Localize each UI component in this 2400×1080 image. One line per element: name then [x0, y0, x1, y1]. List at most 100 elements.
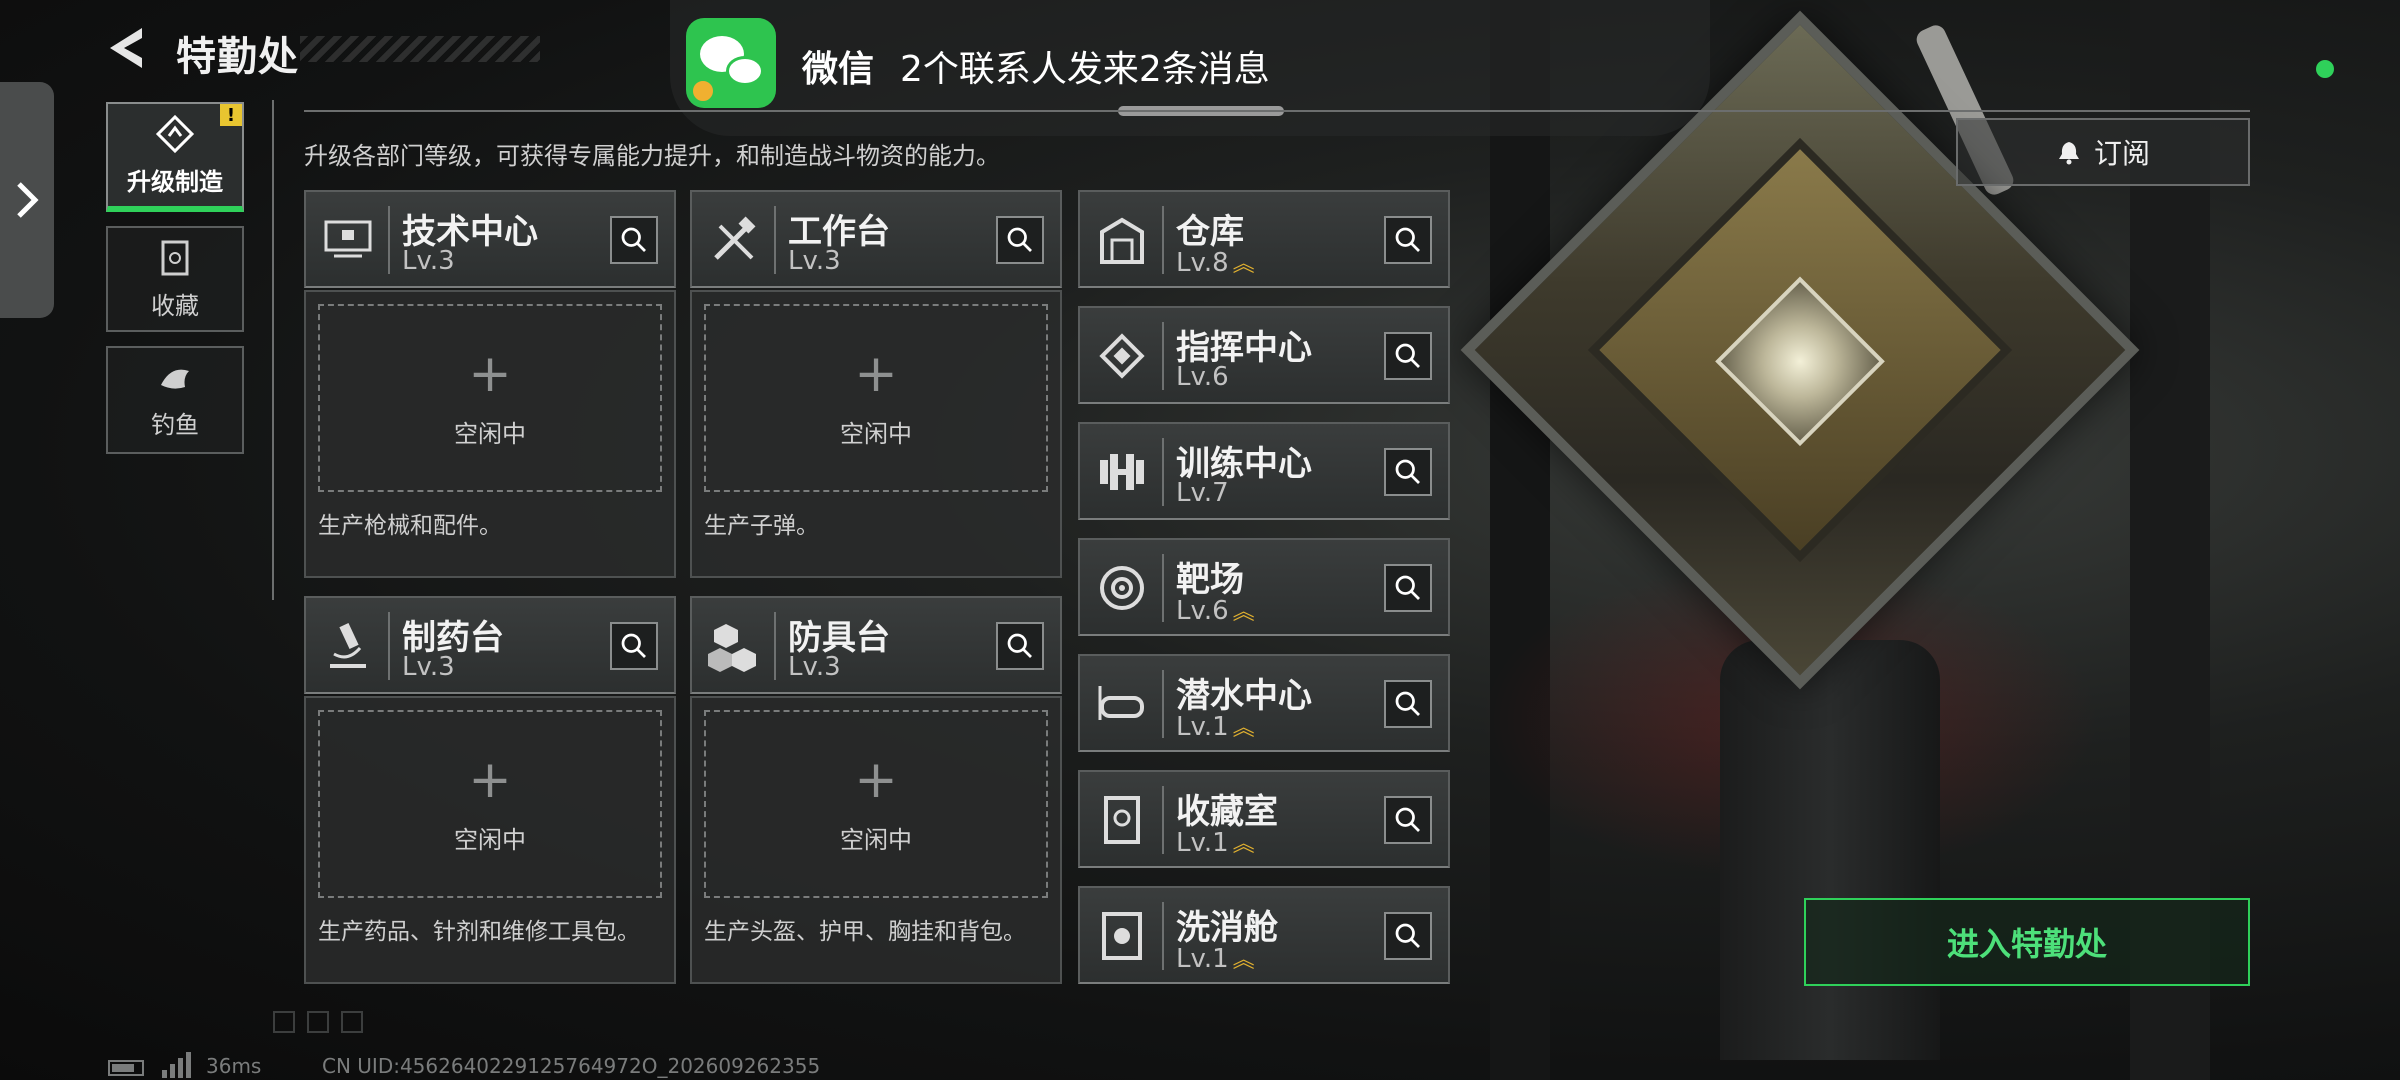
card-level: Lv.1 ︽	[1176, 712, 1255, 742]
search-icon[interactable]	[1384, 912, 1432, 960]
cube-stand	[1720, 640, 1940, 1060]
tab-label: 收藏	[151, 291, 199, 320]
title-stripe	[300, 36, 540, 62]
back-icon[interactable]	[106, 26, 146, 70]
card-collection-room[interactable]: 收藏室 Lv.1 ︽	[1078, 770, 1450, 868]
slot-status: 空闲中	[454, 825, 526, 854]
card-level: Lv.1 ︽	[1176, 828, 1255, 858]
card-level: Lv.3	[402, 246, 455, 276]
search-icon[interactable]	[1384, 680, 1432, 728]
top-divider	[304, 110, 2250, 112]
card-tech-center[interactable]: 技术中心 Lv.3	[304, 190, 676, 288]
add-icon: +	[854, 343, 898, 404]
search-icon[interactable]	[1384, 564, 1432, 612]
uid-display: CN UID:4562640229125764972O_202609262355	[322, 1054, 821, 1078]
tools-icon	[714, 216, 756, 260]
card-decontamination[interactable]: 洗消舱 Lv.1 ︽	[1078, 886, 1450, 984]
card-level: Lv.7	[1176, 478, 1229, 508]
add-icon: +	[854, 749, 898, 810]
search-icon[interactable]	[996, 216, 1044, 264]
upgrade-available-icon: ︽	[1232, 600, 1255, 625]
card-workbench-body: + 空闲中 生产子弹。	[690, 290, 1062, 578]
card-workbench[interactable]: 工作台 Lv.3	[690, 190, 1062, 288]
production-slot[interactable]: + 空闲中	[318, 710, 662, 898]
card-description: 生产枪械和配件。	[318, 513, 502, 539]
warning-badge: !	[220, 104, 242, 126]
card-level: Lv.1 ︽	[1176, 944, 1255, 974]
tab-label: 升级制造	[127, 167, 223, 196]
tab-collection[interactable]: 收藏	[106, 226, 244, 332]
left-divider	[272, 100, 274, 600]
notification-message: 2个联系人发来2条消息	[900, 49, 1270, 90]
section-description: 升级各部门等级，可获得专属能力提升，和制造战斗物资的能力。	[304, 142, 1000, 170]
add-icon: +	[468, 749, 512, 810]
card-level: Lv.3	[788, 652, 841, 682]
microscope-icon	[330, 623, 366, 668]
target-icon	[1100, 566, 1144, 610]
card-level: Lv.6	[1176, 362, 1229, 392]
computer-icon	[324, 220, 372, 258]
upgrade-available-icon: ︽	[1232, 948, 1255, 973]
command-icon	[1099, 333, 1145, 379]
enter-special-ops-button[interactable]: 进入特勤处	[1804, 898, 2250, 986]
search-icon[interactable]	[610, 216, 658, 264]
card-pharmacy[interactable]: 制药台 Lv.3	[304, 596, 676, 694]
add-icon: +	[468, 343, 512, 404]
search-icon[interactable]	[996, 622, 1044, 670]
search-icon[interactable]	[1384, 796, 1432, 844]
ping-display: 36ms	[206, 1054, 262, 1078]
fish-icon	[161, 369, 189, 389]
card-description: 生产药品、针剂和维修工具包。	[318, 919, 640, 945]
decon-chamber-icon	[1102, 912, 1142, 960]
collection-icon	[161, 240, 189, 275]
side-drawer-toggle[interactable]	[0, 82, 54, 318]
search-icon[interactable]	[1384, 332, 1432, 380]
upgrade-available-icon: ︽	[1232, 716, 1255, 741]
status-indicator	[2316, 60, 2334, 78]
card-level: Lv.3	[788, 246, 841, 276]
subscribe-label: 订阅	[2093, 137, 2150, 170]
card-shooting-range[interactable]: 靶场 Lv.6 ︽	[1078, 538, 1450, 636]
slot-status: 空闲中	[840, 419, 912, 448]
tab-upgrade-craft[interactable]: ! 升级制造	[106, 102, 244, 212]
search-icon[interactable]	[1384, 216, 1432, 264]
warehouse-icon	[1100, 217, 1144, 264]
signal-icon	[162, 1052, 191, 1078]
upgrade-available-icon: ︽	[1232, 832, 1255, 857]
production-slot[interactable]: + 空闲中	[704, 304, 1048, 492]
cube-inner	[1587, 137, 2013, 563]
decorative-squares	[272, 1010, 368, 1034]
bell-icon	[2058, 142, 2079, 165]
cube-core	[1715, 276, 1885, 447]
dumbbell-icon	[1100, 454, 1144, 490]
background-pillar	[1490, 0, 1550, 1080]
card-command-center[interactable]: 指挥中心 Lv.6	[1078, 306, 1450, 404]
slot-status: 空闲中	[454, 419, 526, 448]
display-case-icon	[1104, 796, 1140, 844]
page-title: 特勤处	[176, 34, 299, 80]
card-level: Lv.8 ︽	[1176, 248, 1255, 278]
slot-status: 空闲中	[840, 825, 912, 854]
upgrade-icon	[155, 114, 195, 153]
card-warehouse[interactable]: 仓库 Lv.8 ︽	[1078, 190, 1450, 288]
tab-label: 钓鱼	[151, 410, 199, 439]
subscribe-button[interactable]: 订阅	[1956, 118, 2250, 186]
card-level: Lv.3	[402, 652, 455, 682]
upgrade-available-icon: ︽	[1232, 252, 1255, 277]
card-armor-bench[interactable]: 防具台 Lv.3	[690, 596, 1062, 694]
card-diving-center[interactable]: 潜水中心 Lv.1 ︽	[1078, 654, 1450, 752]
diving-mask-icon	[1098, 686, 1144, 720]
search-icon[interactable]	[610, 622, 658, 670]
chevron-right-icon	[17, 182, 39, 218]
production-slot[interactable]: + 空闲中	[318, 304, 662, 492]
notification-app-name: 微信	[802, 49, 875, 90]
card-description: 生产子弹。	[704, 513, 819, 539]
card-level: Lv.6 ︽	[1176, 596, 1255, 626]
card-description: 生产头盔、护甲、胸挂和背包。	[704, 919, 1026, 945]
search-icon[interactable]	[1384, 448, 1432, 496]
tab-fishing[interactable]: 钓鱼	[106, 346, 244, 454]
card-armor-bench-body: + 空闲中 生产头盔、护甲、胸挂和背包。	[690, 696, 1062, 984]
card-training-center[interactable]: 训练中心 Lv.7	[1078, 422, 1450, 520]
cubes-icon	[708, 624, 756, 672]
production-slot[interactable]: + 空闲中	[704, 710, 1048, 898]
